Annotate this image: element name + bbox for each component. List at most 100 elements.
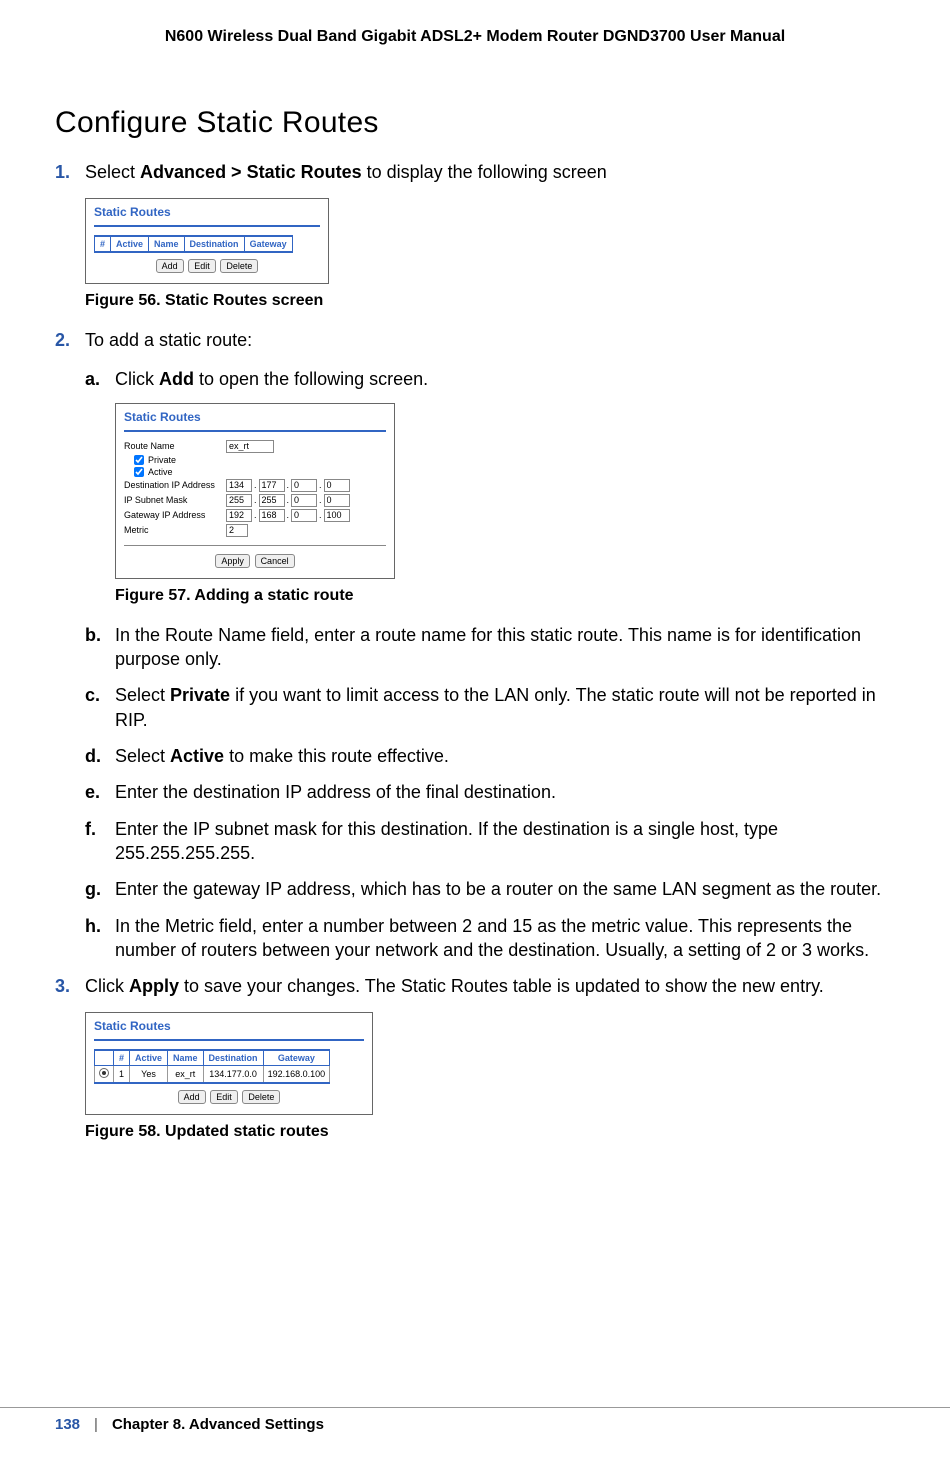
dest-ip-label: Destination IP Address (124, 480, 226, 490)
dest-ip-2[interactable] (259, 479, 285, 492)
substep-body: Enter the destination IP address of the … (115, 780, 895, 804)
substep-h: h. In the Metric field, enter a number b… (85, 914, 895, 963)
text: to save your changes. The Static Routes … (179, 976, 824, 996)
apply-button[interactable]: Apply (215, 554, 250, 568)
screenshot-title: Static Routes (94, 1019, 364, 1033)
metric-input[interactable] (226, 524, 248, 537)
text: Select (85, 162, 140, 182)
page-content: Configure Static Routes 1. Select Advanc… (0, 46, 950, 1141)
text: Select (115, 685, 170, 705)
substep-d: d. Select Active to make this route effe… (85, 744, 895, 768)
dest-ip-1[interactable] (226, 479, 252, 492)
delete-button[interactable]: Delete (242, 1090, 280, 1104)
substep-b: b. In the Route Name field, enter a rout… (85, 623, 895, 672)
edit-button[interactable]: Edit (188, 259, 216, 273)
figure-58-caption: Figure 58. Updated static routes (85, 1123, 895, 1141)
gw-4[interactable] (324, 509, 350, 522)
col-gateway: Gateway (244, 236, 292, 252)
separator: | (94, 1416, 98, 1433)
substep-number: g. (85, 877, 115, 901)
substep-body: In the Metric field, enter a number betw… (115, 914, 895, 963)
figure-57-caption: Figure 57. Adding a static route (115, 587, 895, 605)
cancel-button[interactable]: Cancel (255, 554, 295, 568)
gateway-ip-label: Gateway IP Address (124, 510, 226, 520)
figure-56-caption: Figure 56. Static Routes screen (85, 292, 895, 310)
gw-2[interactable] (259, 509, 285, 522)
cell-gateway: 192.168.0.100 (263, 1066, 330, 1084)
table-row: 1 Yes ex_rt 134.177.0.0 192.168.0.100 (95, 1066, 330, 1084)
substep-a: a. Click Add to open the following scree… (85, 367, 895, 391)
page-footer: 138 | Chapter 8. Advanced Settings (0, 1407, 950, 1433)
gw-1[interactable] (226, 509, 252, 522)
substep-g: g. Enter the gateway IP address, which h… (85, 877, 895, 901)
chapter-label: Chapter 8. Advanced Settings (112, 1416, 324, 1433)
routes-table: # Active Name Destination Gateway 1 Yes … (94, 1049, 330, 1084)
page-title: Configure Static Routes (55, 106, 895, 140)
substep-number: c. (85, 683, 115, 732)
route-name-input[interactable] (226, 440, 274, 453)
divider (94, 1039, 364, 1041)
page-header: N600 Wireless Dual Band Gigabit ADSL2+ M… (0, 0, 950, 46)
substep-number: d. (85, 744, 115, 768)
col-active: Active (111, 236, 149, 252)
substep-number: b. (85, 623, 115, 672)
step-body: Select Advanced > Static Routes to displ… (85, 160, 895, 184)
private-label: Private (148, 455, 176, 465)
mask-2[interactable] (259, 494, 285, 507)
cell-dest: 134.177.0.0 (203, 1066, 263, 1084)
route-name-label: Route Name (124, 441, 226, 451)
substep-c: c. Select Private if you want to limit a… (85, 683, 895, 732)
metric-label: Metric (124, 525, 226, 535)
delete-button[interactable]: Delete (220, 259, 258, 273)
substep-e: e. Enter the destination IP address of t… (85, 780, 895, 804)
substep-number: e. (85, 780, 115, 804)
divider (94, 225, 320, 227)
substep-body: Click Add to open the following screen. (115, 367, 895, 391)
divider (124, 430, 386, 432)
add-button[interactable]: Add (156, 259, 184, 273)
menu-path: Advanced > Static Routes (140, 162, 362, 182)
button-row: Apply Cancel (124, 554, 386, 568)
mask-3[interactable] (291, 494, 317, 507)
edit-button[interactable]: Edit (210, 1090, 238, 1104)
private-checkbox[interactable] (134, 455, 144, 465)
bold-text: Private (170, 685, 230, 705)
substep-number: h. (85, 914, 115, 963)
subnet-mask-label: IP Subnet Mask (124, 495, 226, 505)
substep-body: Enter the IP subnet mask for this destin… (115, 817, 895, 866)
page-number: 138 (55, 1416, 80, 1433)
gw-3[interactable] (291, 509, 317, 522)
step-2: 2. To add a static route: (55, 328, 895, 352)
step-number: 1. (55, 160, 85, 184)
bold-text: Active (170, 746, 224, 766)
step-body: Click Apply to save your changes. The St… (85, 974, 895, 998)
text: Click (115, 369, 159, 389)
substep-body: Select Active to make this route effecti… (115, 744, 895, 768)
col-name: Name (149, 236, 185, 252)
step-number: 2. (55, 328, 85, 352)
text: to open the following screen. (194, 369, 428, 389)
active-checkbox[interactable] (134, 467, 144, 477)
text: if you want to limit access to the LAN o… (115, 685, 876, 729)
mask-1[interactable] (226, 494, 252, 507)
step-1: 1. Select Advanced > Static Routes to di… (55, 160, 895, 184)
dest-ip-4[interactable] (324, 479, 350, 492)
text: to display the following screen (362, 162, 607, 182)
substep-body: Select Private if you want to limit acce… (115, 683, 895, 732)
step-number: 3. (55, 974, 85, 998)
row-radio[interactable] (95, 1066, 114, 1084)
radio-icon (99, 1068, 109, 1078)
active-label: Active (148, 467, 173, 477)
routes-table: # Active Name Destination Gateway (94, 235, 293, 253)
col-num: # (95, 236, 111, 252)
step-body: To add a static route: (85, 328, 895, 352)
mask-4[interactable] (324, 494, 350, 507)
col-active: Active (130, 1050, 168, 1066)
substep-f: f. Enter the IP subnet mask for this des… (85, 817, 895, 866)
add-button[interactable]: Add (178, 1090, 206, 1104)
col-gateway: Gateway (263, 1050, 330, 1066)
text: Click (85, 976, 129, 996)
substep-number: f. (85, 817, 115, 866)
col-name: Name (168, 1050, 204, 1066)
dest-ip-3[interactable] (291, 479, 317, 492)
